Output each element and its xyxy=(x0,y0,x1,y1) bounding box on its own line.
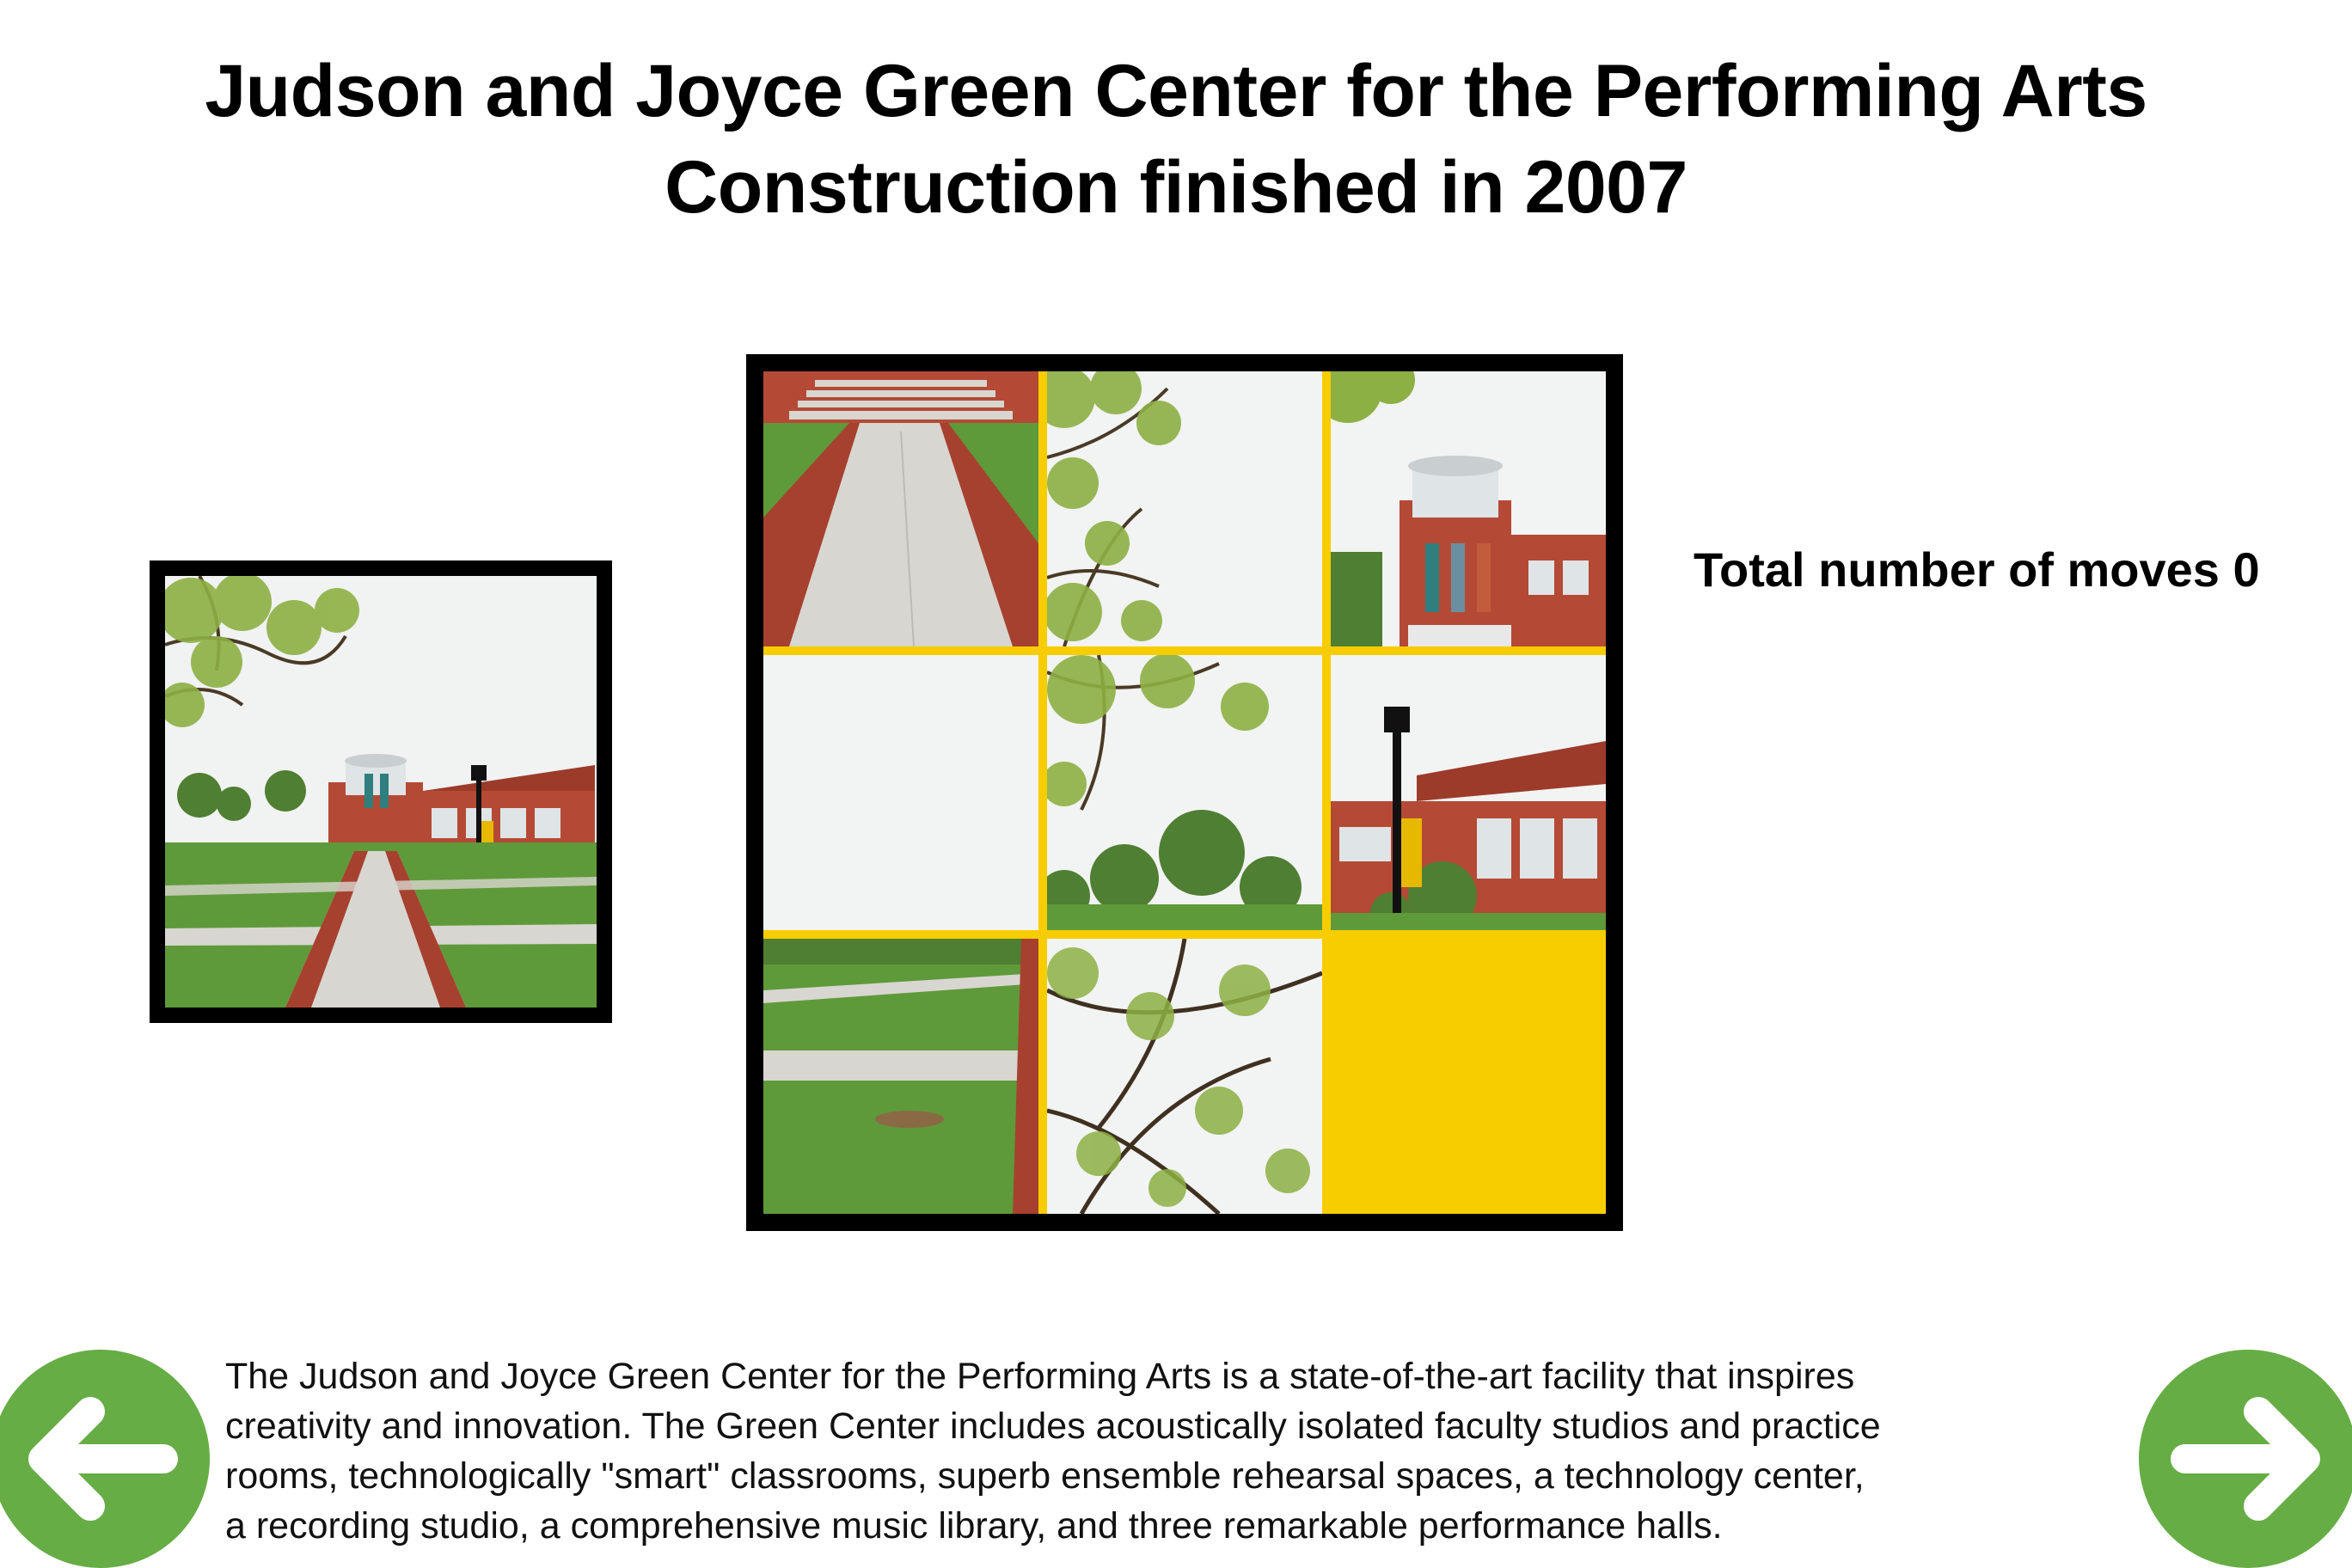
puzzle-tile-2[interactable] xyxy=(1047,371,1322,646)
next-button[interactable] xyxy=(2139,1350,2352,1568)
move-counter: Total number of moves 0 xyxy=(1694,542,2260,597)
page-title: Judson and Joyce Green Center for the Pe… xyxy=(0,43,2352,236)
arrow-left-icon xyxy=(28,1397,178,1521)
puzzle-tile-6[interactable] xyxy=(1331,655,1606,930)
branches-photo-piece xyxy=(1047,939,1322,1214)
trees-lawn-photo-piece xyxy=(1047,655,1322,930)
previous-button[interactable] xyxy=(0,1350,210,1568)
title-line-building: Judson and Joyce Green Center for the Pe… xyxy=(205,50,2147,132)
puzzle-tile-4[interactable] xyxy=(763,655,1038,930)
building-rotunda-photo-piece xyxy=(1331,371,1606,646)
campus-building-photo-thumbnail xyxy=(165,576,597,1008)
building-description: The Judson and Joyce Green Center for th… xyxy=(225,1351,2056,1551)
description-line: The Judson and Joyce Green Center for th… xyxy=(225,1356,1855,1397)
description-line: a recording studio, a comprehensive musi… xyxy=(225,1505,1723,1547)
description-line: creativity and innovation. The Green Cen… xyxy=(225,1406,1881,1447)
title-line-construction: Construction finished in 2007 xyxy=(665,146,1687,229)
lamppost-building-photo-piece xyxy=(1331,655,1606,930)
puzzle-grid xyxy=(763,371,1606,1214)
puzzle-tile-1[interactable] xyxy=(763,371,1038,646)
lawn-path-photo-piece xyxy=(763,939,1038,1214)
sky-photo-piece xyxy=(763,655,1038,930)
puzzle-tile-7[interactable] xyxy=(763,939,1038,1214)
tree-branches-sky-photo-piece xyxy=(1047,371,1322,646)
puzzle-tile-5[interactable] xyxy=(1047,655,1322,930)
empty-slot[interactable] xyxy=(1331,939,1606,1214)
walkway-steps-photo-piece xyxy=(763,371,1038,646)
puzzle-tile-3[interactable] xyxy=(1331,371,1606,646)
puzzle-board xyxy=(746,354,1623,1231)
arrow-right-icon xyxy=(2171,1397,2320,1521)
reference-image xyxy=(150,560,612,1023)
puzzle-tile-8[interactable] xyxy=(1047,939,1322,1214)
description-line: rooms, technologically "smart" classroom… xyxy=(225,1455,1865,1497)
